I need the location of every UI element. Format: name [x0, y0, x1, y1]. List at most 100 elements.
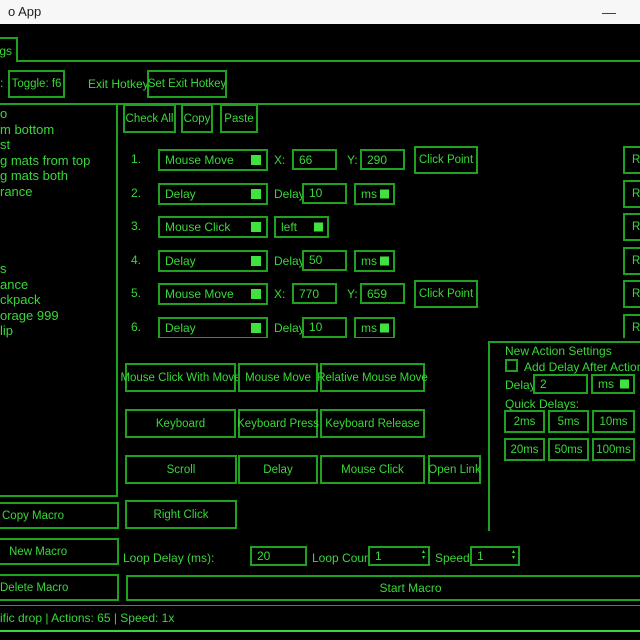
- action-type-dropdown[interactable]: Delay: [158, 183, 268, 205]
- tab-settings[interactable]: gs: [0, 37, 18, 62]
- delay-input[interactable]: 2: [533, 374, 588, 394]
- action-type-dropdown[interactable]: Delay: [158, 317, 268, 339]
- remove-button[interactable]: R: [623, 247, 640, 275]
- loop-delay-input[interactable]: 20: [250, 546, 307, 566]
- status-bar-text: ific drop | Actions: 65 | Speed: 1x: [0, 611, 174, 625]
- macro-list-item[interactable]: [0, 230, 116, 246]
- unit-dropdown[interactable]: ms: [354, 250, 395, 272]
- window-title: o App: [8, 4, 41, 19]
- macro-list-item[interactable]: o: [0, 106, 116, 122]
- action-type-value: Mouse Click: [165, 220, 230, 234]
- delete-macro-button[interactable]: Delete Macro: [0, 574, 119, 601]
- macro-list-item[interactable]: g mats both: [0, 168, 116, 184]
- quick-delay-2ms-button[interactable]: 2ms: [504, 410, 545, 433]
- toggle-hotkey-label-fragment: :: [0, 76, 3, 90]
- action-row: 3. Mouse Click left R: [122, 216, 640, 250]
- action-number: 4.: [131, 253, 141, 267]
- toggle-hotkey-button[interactable]: Toggle: f6: [8, 70, 65, 98]
- loop-count-stepper[interactable]: 1 ▴▾: [368, 546, 430, 566]
- copy-macro-button[interactable]: Copy Macro: [0, 502, 119, 529]
- unit-dropdown[interactable]: ms: [591, 374, 635, 394]
- action-type-dropdown[interactable]: Mouse Click: [158, 216, 268, 238]
- loop-delay-label: Loop Delay (ms):: [123, 551, 214, 565]
- add-delay-button[interactable]: Delay: [238, 455, 318, 484]
- new-action-settings-title: New Action Settings: [505, 344, 612, 358]
- add-keyboard-release-button[interactable]: Keyboard Release: [320, 409, 425, 438]
- macro-list-item[interactable]: ckpack: [0, 292, 116, 308]
- click-point-button[interactable]: Click Point: [414, 280, 478, 308]
- set-exit-hotkey-button[interactable]: Set Exit Hotkey: [147, 70, 227, 98]
- add-mouse-click-with-move-button[interactable]: Mouse Click With Move: [125, 363, 236, 392]
- add-delay-checkbox[interactable]: [505, 359, 518, 372]
- add-mouse-move-button[interactable]: Mouse Move: [238, 363, 318, 392]
- dropdown-square-icon: [314, 223, 323, 232]
- macro-list-item[interactable]: ance: [0, 277, 116, 293]
- macro-list-item[interactable]: orage 999: [0, 308, 116, 324]
- add-keyboard-button[interactable]: Keyboard: [125, 409, 236, 438]
- spinner-down-icon[interactable]: ▾: [512, 555, 515, 561]
- add-mouse-click-button[interactable]: Mouse Click: [320, 455, 425, 484]
- delay-input[interactable]: 50: [302, 250, 347, 271]
- action-type-dropdown[interactable]: Mouse Move: [158, 149, 268, 171]
- action-type-value: Mouse Move: [165, 153, 234, 167]
- settings-panel-border: [488, 341, 640, 343]
- add-delay-label: Add Delay After Action: [524, 360, 640, 374]
- x-input[interactable]: 66: [292, 149, 337, 170]
- add-open-link-button[interactable]: Open Link: [428, 455, 481, 484]
- macro-list-item[interactable]: st: [0, 137, 116, 153]
- quick-delay-5ms-button[interactable]: 5ms: [548, 410, 589, 433]
- macro-list-item[interactable]: lip: [0, 323, 116, 339]
- macro-list-item[interactable]: rance: [0, 184, 116, 200]
- add-right-click-button[interactable]: Right Click: [125, 500, 237, 529]
- add-relative-mouse-move-button[interactable]: Relative Mouse Move: [320, 363, 425, 392]
- minimize-icon[interactable]: —: [594, 0, 624, 24]
- paste-button[interactable]: Paste: [220, 104, 258, 133]
- quick-delays-label: Quick Delays:: [505, 397, 579, 411]
- x-input[interactable]: 770: [292, 283, 337, 304]
- copy-button[interactable]: Copy: [181, 104, 213, 133]
- unit-dropdown[interactable]: ms: [354, 317, 395, 339]
- action-row: 2. Delay Delay: 10 ms R: [122, 183, 640, 217]
- panel-top-divider: [0, 103, 640, 105]
- y-input[interactable]: 290: [360, 149, 405, 170]
- remove-button[interactable]: R: [623, 146, 640, 174]
- add-scroll-button[interactable]: Scroll: [125, 455, 237, 484]
- remove-button[interactable]: R: [623, 180, 640, 208]
- macro-list-item[interactable]: s: [0, 261, 116, 277]
- macro-list-item[interactable]: g mats from top: [0, 153, 116, 169]
- start-macro-button[interactable]: Start Macro: [126, 575, 640, 601]
- quick-delay-100ms-button[interactable]: 100ms: [592, 438, 635, 461]
- remove-button[interactable]: R: [623, 314, 640, 339]
- unit-dropdown[interactable]: ms: [354, 183, 395, 205]
- x-label: X:: [274, 153, 285, 167]
- remove-button[interactable]: R: [623, 213, 640, 241]
- quick-delay-10ms-button[interactable]: 10ms: [592, 410, 635, 433]
- spinner-down-icon[interactable]: ▾: [422, 555, 425, 561]
- macro-list-item[interactable]: m bottom: [0, 122, 116, 138]
- y-label: Y:: [347, 153, 358, 167]
- status-bar-divider: [0, 605, 640, 606]
- add-keyboard-press-button[interactable]: Keyboard Press: [238, 409, 318, 438]
- delay-input[interactable]: 10: [302, 317, 347, 338]
- click-point-button[interactable]: Click Point: [414, 146, 478, 174]
- macro-list-item[interactable]: [0, 199, 116, 215]
- action-type-value: Delay: [165, 254, 196, 268]
- unit-value: ms: [361, 254, 377, 268]
- macro-list-item[interactable]: [0, 246, 116, 262]
- unit-value: ms: [361, 187, 377, 201]
- action-type-dropdown[interactable]: Mouse Move: [158, 283, 268, 305]
- delay-input[interactable]: 10: [302, 183, 347, 204]
- macro-list-item[interactable]: [0, 215, 116, 231]
- new-macro-button[interactable]: New Macro: [0, 538, 119, 565]
- y-input[interactable]: 659: [360, 283, 405, 304]
- stepper-arrows[interactable]: ▴▾: [512, 549, 515, 561]
- quick-delay-50ms-button[interactable]: 50ms: [548, 438, 589, 461]
- mouse-button-dropdown[interactable]: left: [274, 216, 329, 238]
- exit-hotkey-label: Exit Hotkey:: [88, 77, 152, 91]
- action-type-dropdown[interactable]: Delay: [158, 250, 268, 272]
- speed-stepper[interactable]: 1 ▴▾: [470, 546, 520, 566]
- stepper-arrows[interactable]: ▴▾: [422, 549, 425, 561]
- check-all-button[interactable]: Check All: [123, 104, 176, 133]
- remove-button[interactable]: R: [623, 280, 640, 308]
- quick-delay-20ms-button[interactable]: 20ms: [504, 438, 545, 461]
